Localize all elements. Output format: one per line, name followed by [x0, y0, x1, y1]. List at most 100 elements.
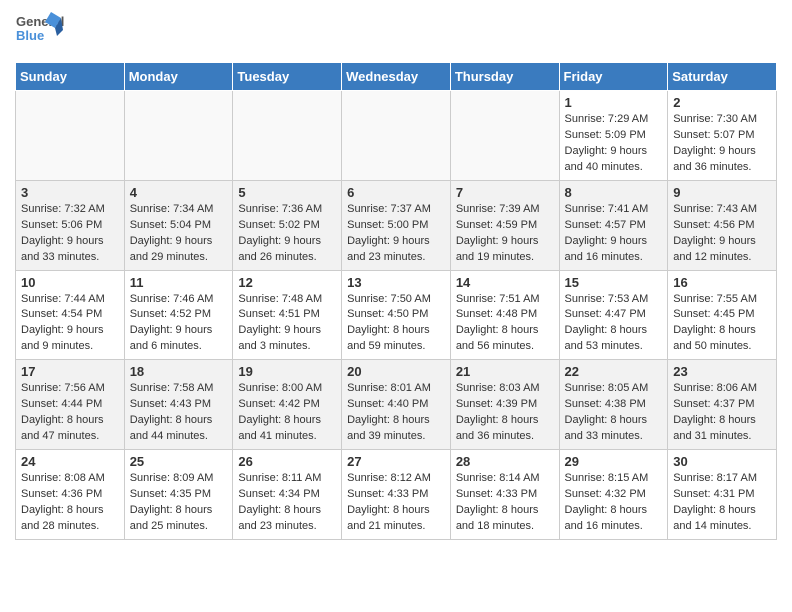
day-info: Sunrise: 8:01 AM Sunset: 4:40 PM Dayligh…: [347, 381, 445, 445]
calendar-header-sunday: Sunday: [16, 63, 125, 91]
calendar-header-wednesday: Wednesday: [342, 63, 451, 91]
day-info: Sunrise: 8:08 AM Sunset: 4:36 PM Dayligh…: [21, 471, 119, 535]
calendar-cell: 2 Sunrise: 7:30 AM Sunset: 5:07 PM Daylig…: [668, 91, 777, 181]
calendar-cell: 25 Sunrise: 8:09 AM Sunset: 4:35 PM Dayli…: [124, 450, 233, 540]
day-number: 12: [238, 275, 336, 290]
day-number: 2: [673, 95, 771, 110]
calendar-cell: [124, 91, 233, 181]
day-info: Sunrise: 7:30 AM Sunset: 5:07 PM Dayligh…: [673, 112, 771, 176]
calendar-cell: 4Sunrise: 7:34 AM Sunset: 5:04 PM Daylig…: [124, 180, 233, 270]
day-number: 8: [565, 185, 663, 200]
calendar-cell: 30 Sunrise: 8:17 AM Sunset: 4:31 PM Dayli…: [668, 450, 777, 540]
day-number: 6: [347, 185, 445, 200]
day-number: 21: [456, 364, 554, 379]
calendar-cell: 12Sunrise: 7:48 AM Sunset: 4:51 PM Dayli…: [233, 270, 342, 360]
calendar-cell: [16, 91, 125, 181]
day-info: Sunrise: 7:53 AM Sunset: 4:47 PM Dayligh…: [565, 292, 663, 356]
day-info: Sunrise: 7:37 AM Sunset: 5:00 PM Dayligh…: [347, 202, 445, 266]
calendar-cell: 1 Sunrise: 7:29 AM Sunset: 5:09 PM Daylig…: [559, 91, 668, 181]
day-info: Sunrise: 7:36 AM Sunset: 5:02 PM Dayligh…: [238, 202, 336, 266]
day-info: Sunrise: 8:00 AM Sunset: 4:42 PM Dayligh…: [238, 381, 336, 445]
calendar-cell: 23 Sunrise: 8:06 AM Sunset: 4:37 PM Dayli…: [668, 360, 777, 450]
day-info: Sunrise: 7:58 AM Sunset: 4:43 PM Dayligh…: [130, 381, 228, 445]
calendar-cell: 6 Sunrise: 7:37 AM Sunset: 5:00 PM Daylig…: [342, 180, 451, 270]
day-info: Sunrise: 7:43 AM Sunset: 4:56 PM Dayligh…: [673, 202, 771, 266]
day-info: Sunrise: 7:56 AM Sunset: 4:44 PM Dayligh…: [21, 381, 119, 445]
day-number: 1: [565, 95, 663, 110]
calendar-cell: 20 Sunrise: 8:01 AM Sunset: 4:40 PM Dayli…: [342, 360, 451, 450]
calendar-cell: 8Sunrise: 7:41 AM Sunset: 4:57 PM Daylig…: [559, 180, 668, 270]
calendar-week-row: 3 Sunrise: 7:32 AM Sunset: 5:06 PM Daylig…: [16, 180, 777, 270]
day-info: Sunrise: 7:51 AM Sunset: 4:48 PM Dayligh…: [456, 292, 554, 356]
day-number: 7: [456, 185, 554, 200]
day-info: Sunrise: 7:55 AM Sunset: 4:45 PM Dayligh…: [673, 292, 771, 356]
logo: General Blue: [15, 10, 65, 54]
day-info: Sunrise: 7:50 AM Sunset: 4:50 PM Dayligh…: [347, 292, 445, 356]
calendar-cell: 3 Sunrise: 7:32 AM Sunset: 5:06 PM Daylig…: [16, 180, 125, 270]
day-number: 14: [456, 275, 554, 290]
day-number: 20: [347, 364, 445, 379]
calendar-header-row: SundayMondayTuesdayWednesdayThursdayFrid…: [16, 63, 777, 91]
calendar-cell: 13 Sunrise: 7:50 AM Sunset: 4:50 PM Dayli…: [342, 270, 451, 360]
calendar-cell: 27 Sunrise: 8:12 AM Sunset: 4:33 PM Dayli…: [342, 450, 451, 540]
calendar-header-friday: Friday: [559, 63, 668, 91]
day-info: Sunrise: 7:39 AM Sunset: 4:59 PM Dayligh…: [456, 202, 554, 266]
day-number: 25: [130, 454, 228, 469]
day-info: Sunrise: 8:12 AM Sunset: 4:33 PM Dayligh…: [347, 471, 445, 535]
day-info: Sunrise: 8:14 AM Sunset: 4:33 PM Dayligh…: [456, 471, 554, 535]
calendar-cell: 11Sunrise: 7:46 AM Sunset: 4:52 PM Dayli…: [124, 270, 233, 360]
day-info: Sunrise: 7:34 AM Sunset: 5:04 PM Dayligh…: [130, 202, 228, 266]
calendar-cell: 14 Sunrise: 7:51 AM Sunset: 4:48 PM Dayli…: [450, 270, 559, 360]
day-number: 13: [347, 275, 445, 290]
calendar-cell: 24Sunrise: 8:08 AM Sunset: 4:36 PM Dayli…: [16, 450, 125, 540]
day-info: Sunrise: 7:32 AM Sunset: 5:06 PM Dayligh…: [21, 202, 119, 266]
day-number: 3: [21, 185, 119, 200]
day-number: 23: [673, 364, 771, 379]
day-number: 16: [673, 275, 771, 290]
calendar-header-saturday: Saturday: [668, 63, 777, 91]
calendar-cell: 15Sunrise: 7:53 AM Sunset: 4:47 PM Dayli…: [559, 270, 668, 360]
day-info: Sunrise: 8:11 AM Sunset: 4:34 PM Dayligh…: [238, 471, 336, 535]
calendar-cell: 18 Sunrise: 7:58 AM Sunset: 4:43 PM Dayli…: [124, 360, 233, 450]
header: General Blue: [15, 10, 777, 54]
calendar-week-row: 17 Sunrise: 7:56 AM Sunset: 4:44 PM Dayli…: [16, 360, 777, 450]
day-info: Sunrise: 8:05 AM Sunset: 4:38 PM Dayligh…: [565, 381, 663, 445]
calendar-cell: 17 Sunrise: 7:56 AM Sunset: 4:44 PM Dayli…: [16, 360, 125, 450]
svg-text:Blue: Blue: [16, 28, 44, 43]
calendar-cell: [450, 91, 559, 181]
calendar-week-row: 1 Sunrise: 7:29 AM Sunset: 5:09 PM Daylig…: [16, 91, 777, 181]
day-number: 22: [565, 364, 663, 379]
calendar-cell: 5 Sunrise: 7:36 AM Sunset: 5:02 PM Daylig…: [233, 180, 342, 270]
calendar-table: SundayMondayTuesdayWednesdayThursdayFrid…: [15, 62, 777, 540]
day-number: 10: [21, 275, 119, 290]
day-number: 30: [673, 454, 771, 469]
day-number: 28: [456, 454, 554, 469]
calendar-cell: 22 Sunrise: 8:05 AM Sunset: 4:38 PM Dayli…: [559, 360, 668, 450]
calendar-header-monday: Monday: [124, 63, 233, 91]
day-info: Sunrise: 8:17 AM Sunset: 4:31 PM Dayligh…: [673, 471, 771, 535]
day-number: 9: [673, 185, 771, 200]
day-number: 26: [238, 454, 336, 469]
day-info: Sunrise: 8:03 AM Sunset: 4:39 PM Dayligh…: [456, 381, 554, 445]
calendar-cell: [233, 91, 342, 181]
calendar-week-row: 10Sunrise: 7:44 AM Sunset: 4:54 PM Dayli…: [16, 270, 777, 360]
calendar-cell: 29Sunrise: 8:15 AM Sunset: 4:32 PM Dayli…: [559, 450, 668, 540]
page-container: General Blue SundayMondayTuesdayWednesda…: [0, 0, 792, 550]
calendar-header-tuesday: Tuesday: [233, 63, 342, 91]
logo-wrapper: General Blue: [15, 10, 65, 54]
day-number: 17: [21, 364, 119, 379]
day-info: Sunrise: 8:15 AM Sunset: 4:32 PM Dayligh…: [565, 471, 663, 535]
calendar-cell: 26 Sunrise: 8:11 AM Sunset: 4:34 PM Dayli…: [233, 450, 342, 540]
day-number: 27: [347, 454, 445, 469]
calendar-cell: 21 Sunrise: 8:03 AM Sunset: 4:39 PM Dayli…: [450, 360, 559, 450]
day-info: Sunrise: 7:46 AM Sunset: 4:52 PM Dayligh…: [130, 292, 228, 356]
day-info: Sunrise: 7:29 AM Sunset: 5:09 PM Dayligh…: [565, 112, 663, 176]
day-number: 5: [238, 185, 336, 200]
day-info: Sunrise: 8:09 AM Sunset: 4:35 PM Dayligh…: [130, 471, 228, 535]
day-number: 18: [130, 364, 228, 379]
calendar-week-row: 24Sunrise: 8:08 AM Sunset: 4:36 PM Dayli…: [16, 450, 777, 540]
calendar-cell: 19 Sunrise: 8:00 AM Sunset: 4:42 PM Dayli…: [233, 360, 342, 450]
calendar-header-thursday: Thursday: [450, 63, 559, 91]
day-number: 19: [238, 364, 336, 379]
day-info: Sunrise: 8:06 AM Sunset: 4:37 PM Dayligh…: [673, 381, 771, 445]
